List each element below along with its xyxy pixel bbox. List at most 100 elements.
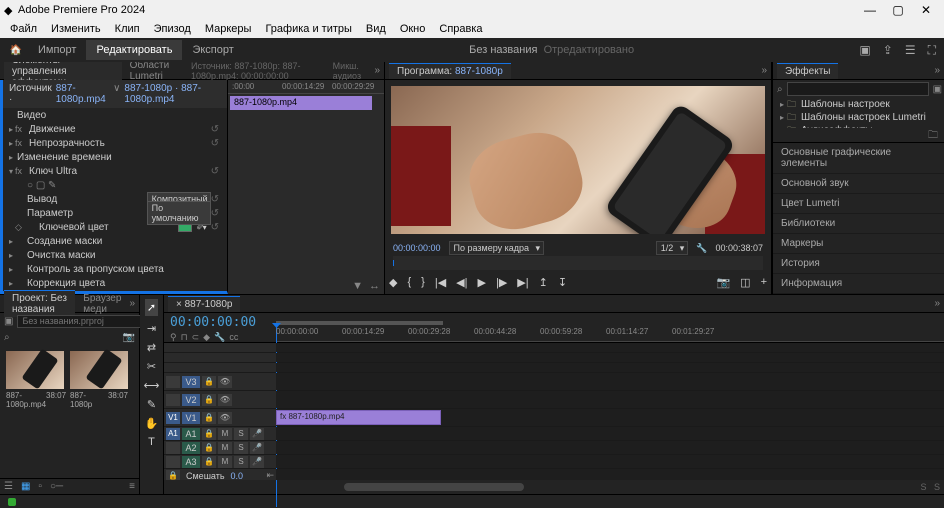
ec-row[interactable]: ▾fxКлюч Ultra↺ xyxy=(3,164,227,178)
mix-expand-icon[interactable]: ⇤ xyxy=(266,470,274,480)
zoom-slider[interactable]: ○─ xyxy=(50,481,63,492)
reset-icon[interactable]: ↺ xyxy=(211,166,219,177)
panel-link[interactable]: Маркеры xyxy=(773,234,944,254)
menu-Вид[interactable]: Вид xyxy=(360,21,392,37)
workspace-icon[interactable]: ☰ xyxy=(905,43,916,58)
track-select-tool[interactable]: ⇥ xyxy=(147,322,156,335)
menu-Изменить[interactable]: Изменить xyxy=(45,21,107,37)
panel-link[interactable]: Библиотеки xyxy=(773,214,944,234)
ec-row[interactable]: ▸fxДвижение↺ xyxy=(3,122,227,136)
voice-toggle[interactable]: 🎤 xyxy=(250,456,264,468)
lock-toggle[interactable]: 🔒 xyxy=(166,470,180,481)
project-thumbnail[interactable]: 887-1080p38:07 xyxy=(70,351,128,409)
panel-menu-icon[interactable]: » xyxy=(129,298,135,309)
keyframe-icon[interactable]: ◇ xyxy=(15,222,27,233)
lock-toggle[interactable]: 🔒 xyxy=(202,376,216,388)
sort-icon[interactable]: ≡ xyxy=(129,481,135,492)
mute-toggle[interactable]: M xyxy=(218,442,232,454)
ec-zoom-icon[interactable]: ↔ xyxy=(369,280,380,292)
quick-export-icon[interactable]: ▣ xyxy=(859,43,870,58)
video-clip[interactable]: fx 887-1080p.mp4 xyxy=(276,410,441,425)
pen-tool[interactable]: ✎ xyxy=(147,398,156,411)
tab-program[interactable]: Программа: 887-1080p xyxy=(389,63,511,79)
twisty-icon[interactable]: ▸ xyxy=(777,100,787,109)
slip-tool[interactable]: ⟷ xyxy=(144,379,160,392)
lock-toggle[interactable]: 🔒 xyxy=(202,428,216,440)
panel-link[interactable]: История xyxy=(773,254,944,274)
menu-Справка[interactable]: Справка xyxy=(433,21,488,37)
extract-button[interactable]: ↧ xyxy=(558,276,567,289)
source-patch[interactable] xyxy=(166,442,180,454)
ec-row[interactable]: ▸Изменение времени xyxy=(3,150,227,164)
step-forward-button[interactable]: |▶ xyxy=(496,276,507,289)
button-editor-icon[interactable]: + xyxy=(761,276,767,288)
twisty-icon[interactable]: ▸ xyxy=(7,153,15,162)
reset-icon[interactable]: ↺ xyxy=(211,208,219,219)
track-label[interactable]: V1 xyxy=(182,412,200,424)
source-patch[interactable]: A1 xyxy=(166,428,180,440)
track-label[interactable]: A3 xyxy=(182,456,200,468)
menu-Файл[interactable]: Файл xyxy=(4,21,43,37)
track-body[interactable] xyxy=(276,455,944,468)
program-scrubber[interactable] xyxy=(393,256,763,270)
new-bin-icon[interactable]: 🗀 xyxy=(928,128,938,142)
razor-tool[interactable]: ✂ xyxy=(147,360,156,373)
selection-tool[interactable]: ➚ xyxy=(145,299,158,316)
menu-Окно[interactable]: Окно xyxy=(394,21,432,37)
fx-icon[interactable]: fx xyxy=(15,124,27,134)
reset-icon[interactable]: ↺ xyxy=(211,138,219,149)
lock-toggle[interactable]: 🔒 xyxy=(202,394,216,406)
twisty-icon[interactable]: ▸ xyxy=(7,265,15,274)
ec-row[interactable]: ▸Контроль за пропуском цвета xyxy=(3,262,227,276)
panel-link[interactable]: Цвет Lumetri xyxy=(773,194,944,214)
panel-menu-icon[interactable]: » xyxy=(374,65,380,76)
tab-effects[interactable]: Эффекты xyxy=(777,63,838,79)
close-button[interactable]: ✕ xyxy=(912,0,940,20)
timeline-timecode[interactable]: 00:00:00:00 xyxy=(170,315,270,330)
program-monitor[interactable] xyxy=(391,86,765,234)
go-to-out-button[interactable]: ▶| xyxy=(517,276,528,289)
eye-toggle[interactable]: 👁 xyxy=(218,394,232,406)
go-to-in-button[interactable]: |◀ xyxy=(435,276,446,289)
effect-timeline-clip[interactable]: 887-1080p.mp4 xyxy=(230,96,372,110)
track-body[interactable]: fx 887-1080p.mp4 xyxy=(276,409,944,426)
topnav-tab-2[interactable]: Экспорт xyxy=(182,40,243,60)
ec-row[interactable]: Видео xyxy=(3,108,227,122)
tab-sequence[interactable]: × 887-1080p xyxy=(168,296,240,312)
reset-icon[interactable]: ↺ xyxy=(211,222,219,233)
mark-in-button[interactable]: ◆ xyxy=(389,276,397,289)
tl-link-icon[interactable]: ⊂ xyxy=(192,332,200,343)
fx-icon[interactable]: fx xyxy=(15,138,27,148)
lock-toggle[interactable]: 🔒 xyxy=(202,456,216,468)
project-search-input[interactable] xyxy=(17,315,144,328)
ec-row[interactable]: ПараметрПо умолчанию↺ xyxy=(3,206,227,220)
effects-search-input[interactable] xyxy=(787,82,929,96)
twisty-icon[interactable]: ▸ xyxy=(7,237,15,246)
tl-sync-icon[interactable]: ⚲ xyxy=(170,332,177,343)
twisty-icon[interactable]: ▸ xyxy=(7,139,15,148)
topnav-tab-0[interactable]: Импорт xyxy=(28,40,86,60)
menu-Эпизод[interactable]: Эпизод xyxy=(148,21,197,37)
ec-row[interactable]: ▸Коррекция цвета xyxy=(3,276,227,290)
settings-icon[interactable]: 🔧 xyxy=(696,243,707,254)
hand-tool[interactable]: ✋ xyxy=(145,417,159,430)
ec-row[interactable]: ○ ▢ ✎ xyxy=(3,178,227,192)
mark-out-icon[interactable]: } xyxy=(421,276,425,288)
ec-row[interactable]: ▸Очистка маски xyxy=(3,248,227,262)
track-label[interactable]: V2 xyxy=(182,394,200,406)
twisty-icon[interactable]: ▾ xyxy=(7,167,15,176)
freeform-view-icon[interactable]: ▫ xyxy=(38,481,42,492)
lift-button[interactable]: ↥ xyxy=(539,276,548,289)
source-patch[interactable] xyxy=(166,394,180,406)
tl-marker-icon[interactable]: ◆ xyxy=(203,332,210,343)
twisty-icon[interactable]: ▸ xyxy=(7,125,15,134)
panel-menu-icon[interactable]: » xyxy=(761,65,767,76)
ec-row[interactable]: ▸Создание маски xyxy=(3,234,227,248)
home-icon[interactable]: 🏠 xyxy=(8,42,24,58)
type-tool[interactable]: T xyxy=(148,436,155,448)
menu-Маркеры[interactable]: Маркеры xyxy=(199,21,258,37)
eye-toggle[interactable]: 👁 xyxy=(218,412,232,424)
icon-view-icon[interactable]: ▦ xyxy=(21,481,30,492)
mute-toggle[interactable]: M xyxy=(218,428,232,440)
voice-toggle[interactable]: 🎤 xyxy=(250,428,264,440)
